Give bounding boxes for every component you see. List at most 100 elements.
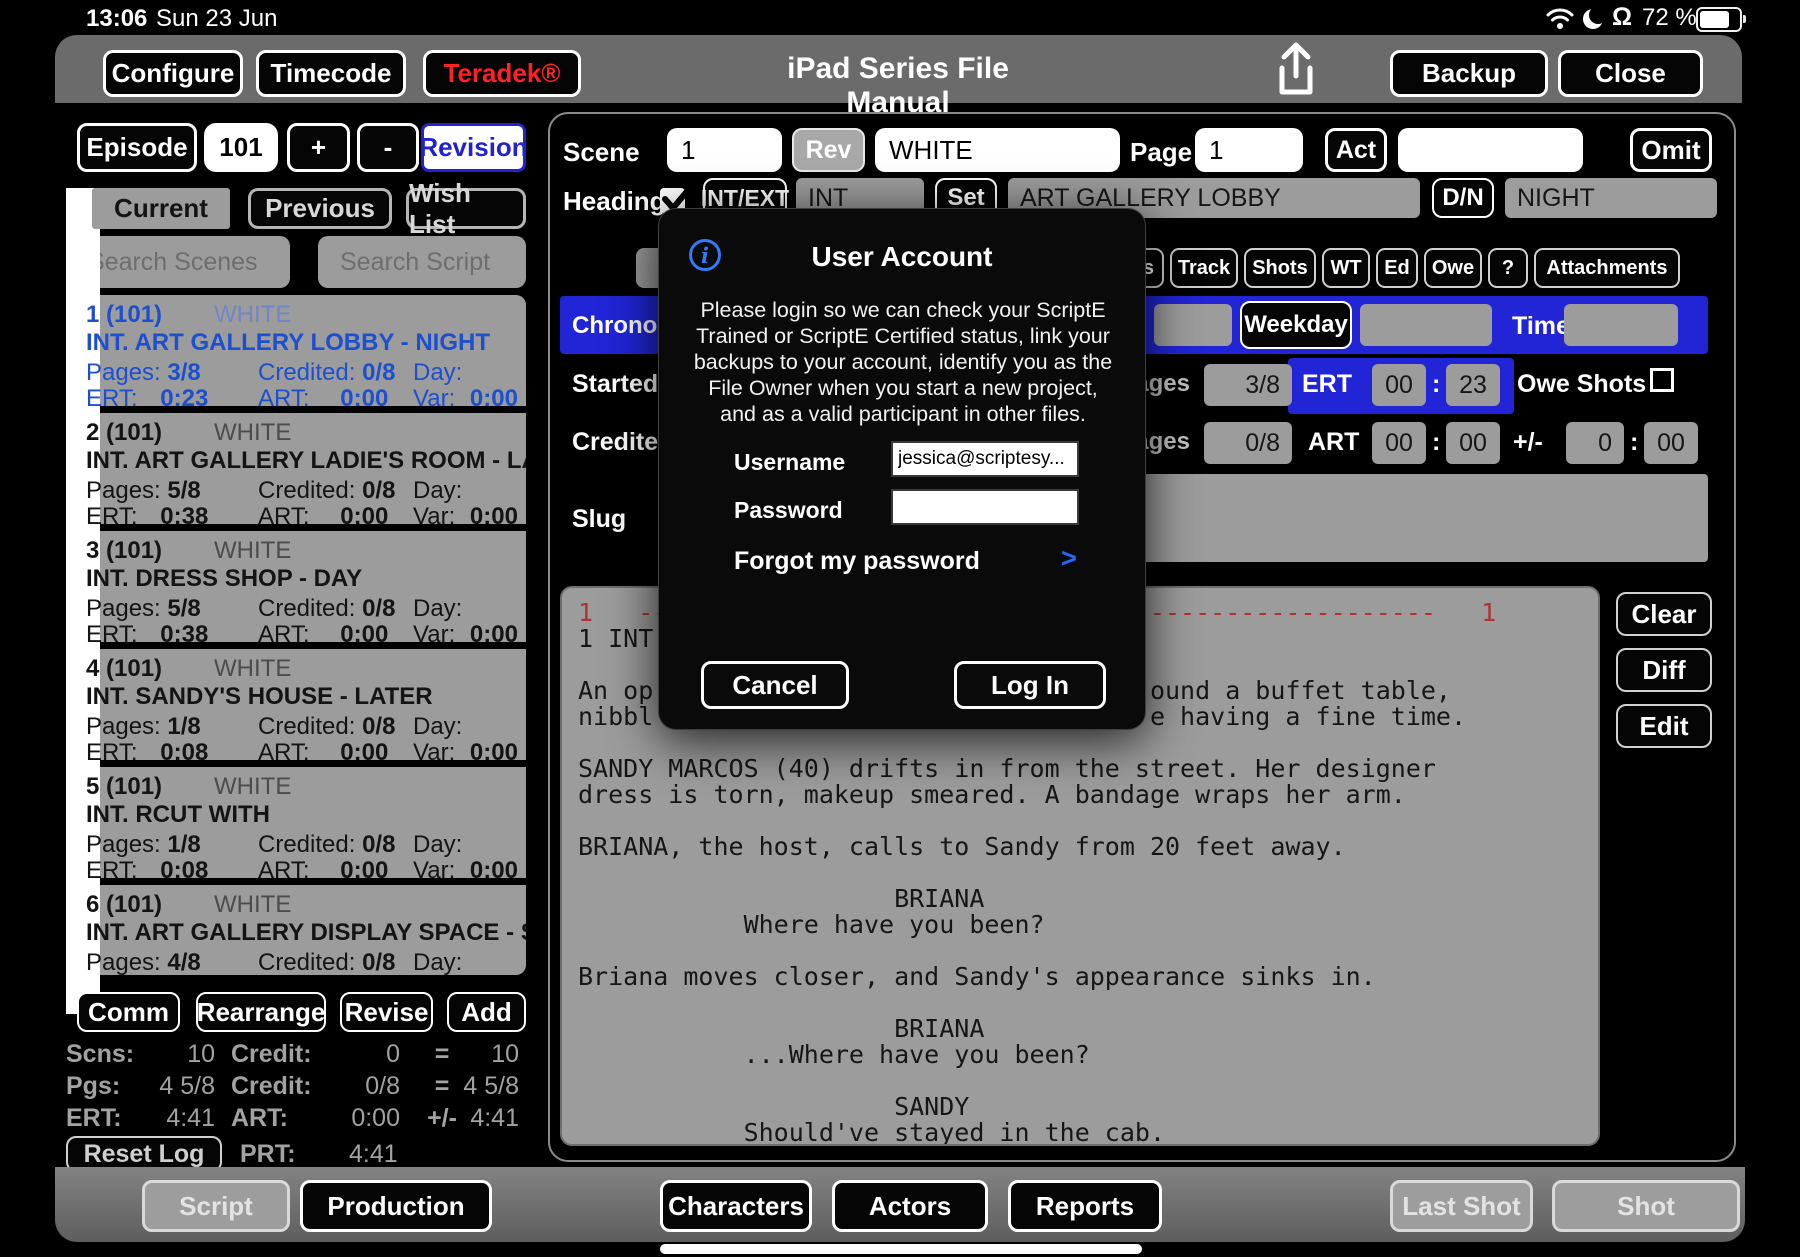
scene-list-item[interactable]: 3 (101)WHITEINT. DRESS SHOP - DAYPages: … xyxy=(66,531,526,649)
username-field[interactable] xyxy=(891,441,1079,477)
reports-button[interactable]: Reports xyxy=(1008,1180,1162,1232)
scene-list-item[interactable]: 4 (101)WHITEINT. SANDY'S HOUSE - LATERPa… xyxy=(66,649,526,767)
tab-current[interactable]: Current xyxy=(92,188,230,229)
chrono-field-1[interactable] xyxy=(1154,304,1232,346)
tab-track[interactable]: Track xyxy=(1170,248,1238,288)
totals-row: Scns:10Credit:0=10 xyxy=(66,1040,521,1070)
login-button[interactable]: Log In xyxy=(954,661,1106,709)
scene-heading: INT. ART GALLERY LOBBY - NIGHT xyxy=(86,329,490,357)
scene-list-item[interactable]: 5 (101)WHITEINT. RCUT WITHPages: 1/8Cred… xyxy=(66,767,526,885)
page-label: Page xyxy=(1130,137,1192,168)
scene-heading: INT. SANDY'S HOUSE - LATER xyxy=(86,683,433,711)
tab-previous[interactable]: Previous xyxy=(248,188,392,229)
day-night-field[interactable]: NIGHT xyxy=(1505,178,1717,218)
forgot-password-link[interactable]: Forgot my password xyxy=(734,547,980,576)
tab-ed[interactable]: Ed xyxy=(1376,248,1418,288)
ert-label: ERT xyxy=(1302,370,1352,399)
script-line: Should've stayed in the cab. xyxy=(578,1120,1496,1146)
search-script-input[interactable] xyxy=(318,236,526,288)
revise-button[interactable]: Revise xyxy=(340,992,433,1032)
episode-minus-button[interactable]: - xyxy=(357,123,419,172)
configure-button[interactable]: Configure xyxy=(103,50,243,97)
clear-button[interactable]: Clear xyxy=(1616,592,1712,636)
headphones-icon: Ω xyxy=(1612,3,1632,32)
ert-hours-field[interactable]: 00 xyxy=(1372,364,1426,406)
scene-times-row: ERT: 0:38ART: 0:00Var: 0:00 xyxy=(86,621,522,647)
started-label: Started xyxy=(572,370,658,399)
scene-list-item[interactable]: 1 (101)WHITEINT. ART GALLERY LOBBY - NIG… xyxy=(66,295,526,413)
owe-shots-checkbox[interactable] xyxy=(1650,368,1674,392)
tab-attachments[interactable]: Attachments xyxy=(1534,248,1680,288)
owe-shots-label: Owe Shots xyxy=(1517,370,1646,399)
screen: 13:06 Sun 23 Jun Ω 72 % Configure Timeco… xyxy=(0,0,1800,1257)
revision-button[interactable]: Revision xyxy=(421,123,526,172)
scene-heading: INT. ART GALLERY LADIE'S ROOM - LATER xyxy=(86,447,526,475)
date: Sun 23 Jun xyxy=(156,5,277,33)
credited-pages-field[interactable]: 0/8 xyxy=(1204,422,1292,464)
app-title: iPad Series File Manual xyxy=(738,52,1058,120)
timecode-button[interactable]: Timecode xyxy=(256,50,406,97)
scene-color-badge: WHITE xyxy=(214,891,291,919)
rearrange-button[interactable]: Rearrange xyxy=(196,992,326,1032)
scene-number-field[interactable]: 1 xyxy=(667,128,782,172)
edit-button[interactable]: Edit xyxy=(1616,704,1712,748)
shot-button[interactable]: Shot xyxy=(1552,1180,1740,1232)
episode-plus-button[interactable]: + xyxy=(287,123,350,172)
weekday-button[interactable]: Weekday xyxy=(1240,301,1352,349)
var-minutes-field[interactable]: 00 xyxy=(1644,422,1698,464)
diff-button[interactable]: Diff xyxy=(1616,648,1712,692)
episode-number-field[interactable]: 101 xyxy=(204,123,278,172)
comm-button[interactable]: Comm xyxy=(77,992,180,1032)
add-button[interactable]: Add xyxy=(447,992,526,1032)
actors-button[interactable]: Actors xyxy=(832,1180,988,1232)
scene-label: Scene xyxy=(563,137,640,168)
tab-wt[interactable]: WT xyxy=(1322,248,1370,288)
var-colon: : xyxy=(1630,428,1638,457)
chevron-right-icon[interactable]: > xyxy=(1061,543,1077,574)
tab-owe[interactable]: Owe xyxy=(1424,248,1482,288)
time-field[interactable] xyxy=(1564,304,1678,346)
home-indicator xyxy=(660,1244,1142,1254)
share-icon[interactable] xyxy=(1272,42,1320,98)
characters-button[interactable]: Characters xyxy=(660,1180,812,1232)
battery-percent: 72 % xyxy=(1642,4,1697,32)
rev-button[interactable]: Rev xyxy=(792,128,865,172)
script-line: SANDY MARCOS (40) drifts in from the str… xyxy=(578,756,1496,782)
ert-minutes-field[interactable]: 23 xyxy=(1446,364,1500,406)
art-hours-field[interactable]: 00 xyxy=(1372,422,1426,464)
act-button[interactable]: Act xyxy=(1325,128,1387,172)
password-field[interactable] xyxy=(891,489,1079,525)
script-line xyxy=(578,860,1496,886)
last-shot-button[interactable]: Last Shot xyxy=(1390,1180,1533,1232)
var-hours-field[interactable]: 0 xyxy=(1566,422,1624,464)
script-line: BRIANA xyxy=(578,886,1496,912)
day-night-button[interactable]: D/N xyxy=(1432,178,1494,218)
started-pages-field[interactable]: 3/8 xyxy=(1204,364,1292,406)
omit-button[interactable]: Omit xyxy=(1630,128,1712,172)
script-tab-button[interactable]: Script xyxy=(142,1180,290,1232)
cancel-button[interactable]: Cancel xyxy=(701,661,849,709)
art-minutes-field[interactable]: 00 xyxy=(1446,422,1500,464)
close-button[interactable]: Close xyxy=(1558,50,1703,97)
tab-shots[interactable]: Shots xyxy=(1244,248,1316,288)
rev-color-field[interactable]: WHITE xyxy=(875,128,1120,172)
script-line: dress is torn, makeup smeared. A bandage… xyxy=(578,782,1496,808)
production-tab-button[interactable]: Production xyxy=(300,1180,492,1232)
weekday-field[interactable] xyxy=(1360,304,1492,346)
scene-heading: INT. RCUT WITH xyxy=(86,801,270,829)
scene-list-item[interactable]: 6 (101)WHITEINT. ART GALLERY DISPLAY SPA… xyxy=(66,885,526,975)
tab-wishlist[interactable]: Wish List xyxy=(406,188,526,229)
backup-button[interactable]: Backup xyxy=(1390,50,1548,97)
page-field[interactable]: 1 xyxy=(1195,128,1303,172)
act-field[interactable] xyxy=(1398,128,1583,172)
teradek-button[interactable]: Teradek® xyxy=(423,50,581,97)
script-line: ...Where have you been? xyxy=(578,1042,1496,1068)
script-line xyxy=(578,808,1496,834)
scene-times-row: ERT: 0:23ART: 0:00Var: 0:00 xyxy=(86,385,522,411)
user-account-dialog: i User Account Please login so we can ch… xyxy=(658,208,1146,730)
scene-stats-row: Pages: 5/8Credited: 0/8Day: xyxy=(86,595,522,621)
scene-list-item[interactable]: 2 (101)WHITEINT. ART GALLERY LADIE'S ROO… xyxy=(66,413,526,531)
episode-button[interactable]: Episode xyxy=(77,123,197,172)
tab-question[interactable]: ? xyxy=(1488,248,1528,288)
scene-stats-row: Pages: 5/8Credited: 0/8Day: xyxy=(86,477,522,503)
